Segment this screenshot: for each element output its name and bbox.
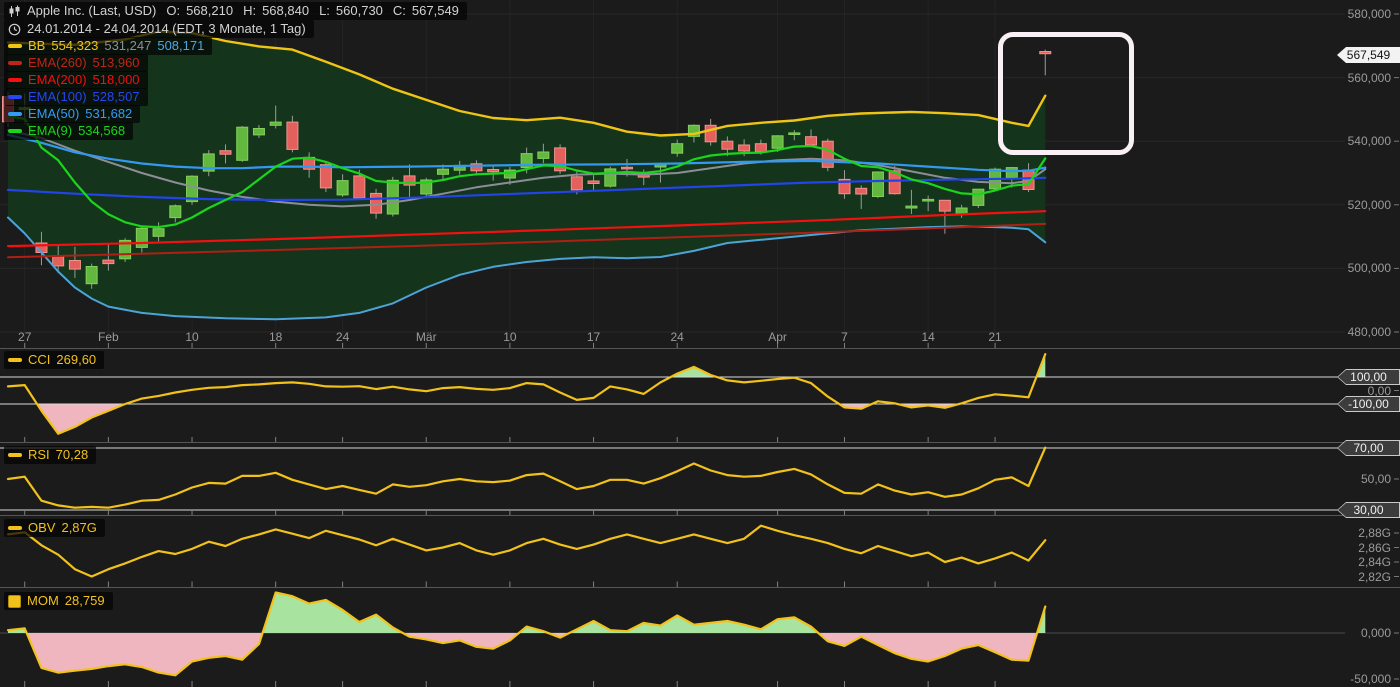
candlestick-chart-icon [8,5,21,18]
obv-legend[interactable]: OBV 2,87G [4,519,105,537]
date-range-label: 24.01.2014 - 24.04.2014 (EDT, 3 Monate, … [27,21,306,37]
obv-axis-label: 2,82G [1341,570,1391,584]
price-axis-label: 500,000 [1341,261,1391,275]
ohlc-close-label: C: [393,3,406,19]
mom-value: 28,759 [65,593,105,609]
ema100-series-icon [8,95,22,99]
cci-value: 269,60 [56,352,96,368]
cci-legend[interactable]: CCI 269,60 [4,351,104,369]
date-axis-label: 24 [671,330,684,344]
instrument-title: Apple Inc. (Last, USD) [27,3,156,19]
bb-series-icon [8,44,22,48]
cci-series-icon [8,358,22,362]
legend-ema9[interactable]: EMA(9) 534,568 [4,122,133,140]
ohlc-close-value: 567,549 [412,3,459,19]
rsi-axis-tag: 70,00 [1337,440,1400,456]
ema100-label: EMA(100) [28,89,87,105]
mom-axis-label: 0,000 [1341,626,1391,640]
legend-ema100[interactable]: EMA(100) 528,507 [4,88,148,106]
ema50-series-icon [8,112,22,116]
price-axis-label: 560,000 [1341,71,1391,85]
ohlc-high-label: H: [243,3,256,19]
date-axis-label: Mär [416,330,437,344]
ohlc-open-label: O: [166,3,180,19]
ema260-series-icon [8,61,22,65]
mom-axis-label: -50,000 [1341,672,1391,686]
obv-axis-label: 2,84G [1341,555,1391,569]
date-axis-label: 18 [269,330,282,344]
bb-upper-value: 554,323 [51,38,98,54]
bb-lower-value: 508,171 [157,38,204,54]
trading-chart-window: Apple Inc. (Last, USD) O: 568,210 H: 568… [0,0,1400,687]
date-axis-label: 10 [185,330,198,344]
ema50-value: 531,682 [85,106,132,122]
last-price-tag: 567,549 [1337,47,1400,63]
legend-ema200[interactable]: EMA(200) 518,000 [4,71,148,89]
ema50-label: EMA(50) [28,106,79,122]
cci-label: CCI [28,352,50,368]
ema260-label: EMA(260) [28,55,87,71]
rsi-label: RSI [28,447,50,463]
obv-axis-label: 2,88G [1341,526,1391,540]
ema200-series-icon [8,78,22,82]
ema100-value: 528,507 [93,89,140,105]
obv-label: OBV [28,520,55,536]
ohlc-low-value: 560,730 [336,3,383,19]
ema200-value: 518,000 [93,72,140,88]
bb-middle-value: 531,247 [104,38,151,54]
date-axis-label: 14 [921,330,934,344]
date-axis-label: 27 [18,330,31,344]
cci-axis-tag: -100,00 [1337,396,1400,412]
date-axis-label: Feb [98,330,119,344]
price-axis-label: 480,000 [1341,325,1391,339]
rsi-legend[interactable]: RSI 70,28 [4,446,96,464]
obv-value: 2,87G [61,520,96,536]
ohlc-open-value: 568,210 [186,3,233,19]
ema9-series-icon [8,129,22,133]
date-axis-label: 21 [988,330,1001,344]
rsi-value: 70,28 [56,447,89,463]
obv-series-icon [8,526,22,530]
ema200-label: EMA(200) [28,72,87,88]
legend-ema260[interactable]: EMA(260) 513,960 [4,54,148,72]
legend-bb[interactable]: BB 554,323 531,247 508,171 [4,37,212,55]
highlight-annotation-box [998,32,1134,155]
ema260-value: 513,960 [93,55,140,71]
ohlc-low-label: L: [319,3,330,19]
ema9-label: EMA(9) [28,123,72,139]
clock-icon [8,23,21,36]
obv-axis-label: 2,86G [1341,541,1391,555]
price-axis-label: 580,000 [1341,7,1391,21]
mom-legend[interactable]: MOM 28,759 [4,592,113,610]
rsi-axis-tag: 30,00 [1337,502,1400,518]
price-axis-label: 520,000 [1341,198,1391,212]
ohlc-high-value: 568,840 [262,3,309,19]
ema9-value: 534,568 [78,123,125,139]
bb-label: BB [28,38,45,54]
rsi-axis-label: 50,00 [1341,472,1391,486]
price-axis-label: 540,000 [1341,134,1391,148]
date-axis-label: 10 [503,330,516,344]
date-range-row: 24.01.2014 - 24.04.2014 (EDT, 3 Monate, … [4,20,314,38]
date-axis-label: 7 [841,330,848,344]
date-axis-label: 17 [587,330,600,344]
date-axis-label: 24 [336,330,349,344]
mom-series-icon [8,595,21,608]
mom-label: MOM [27,593,59,609]
instrument-header-row: Apple Inc. (Last, USD) O: 568,210 H: 568… [4,2,467,20]
rsi-series-icon [8,453,22,457]
legend-ema50[interactable]: EMA(50) 531,682 [4,105,140,123]
date-axis-label: Apr [768,330,787,344]
